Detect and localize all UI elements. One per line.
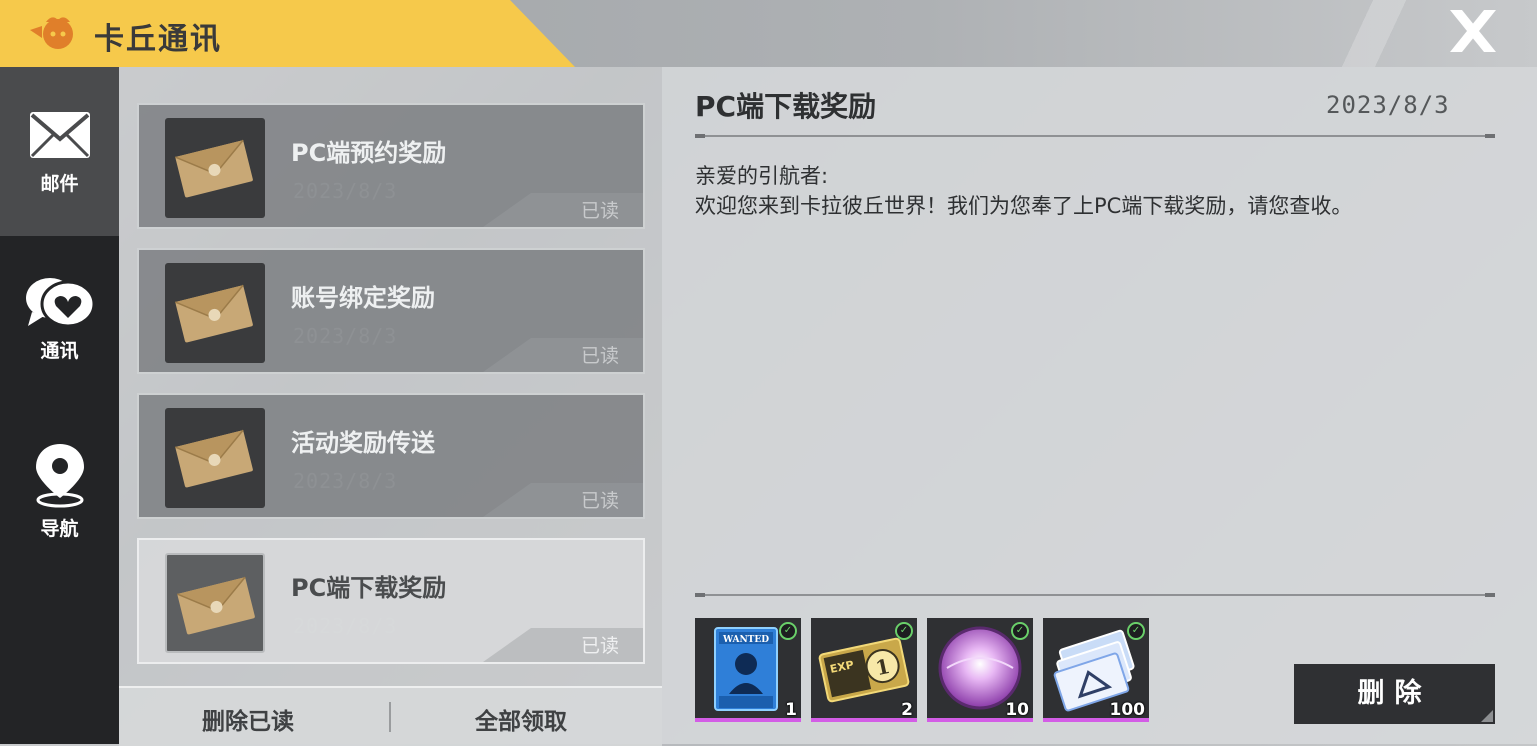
- mail-item-selected[interactable]: PC端下载奖励 2023/8/3 已读: [137, 538, 645, 664]
- reward-quantity: 100: [1109, 700, 1146, 720]
- read-status: 已读: [580, 635, 619, 657]
- letter-envelope-icon: [177, 576, 255, 635]
- reward-rarity-bar: [927, 718, 1033, 722]
- close-button[interactable]: [1446, 8, 1500, 54]
- claimed-check-icon: ✓: [1011, 622, 1029, 640]
- detail-date: 2023/8/3: [1326, 91, 1450, 119]
- reward-rarity-bar: [695, 718, 801, 722]
- divider: [695, 134, 1495, 138]
- delete-button-label: 删除: [1357, 678, 1432, 709]
- map-pin-icon: [35, 444, 84, 508]
- read-status-bg: [483, 483, 643, 517]
- delete-button[interactable]: 删除: [1294, 664, 1495, 724]
- letter-envelope-icon: [175, 429, 253, 488]
- mail-item[interactable]: PC端预约奖励 2023/8/3 已读: [137, 103, 645, 229]
- mail-date: 2023/8/3: [293, 614, 398, 638]
- sidebar: 邮件 通讯 导航: [0, 67, 119, 744]
- reward-quantity: 1: [785, 700, 797, 720]
- title-tab: 卡丘通讯: [0, 0, 575, 67]
- read-status: 已读: [580, 345, 619, 367]
- sidebar-item-mail[interactable]: 邮件: [0, 67, 119, 236]
- reward-item[interactable]: WANTED ✓ 1: [695, 618, 801, 722]
- mail-title: PC端预约奖励: [291, 139, 447, 167]
- sidebar-item-label: 导航: [40, 518, 79, 540]
- detail-body: 欢迎您来到卡拉彼丘世界！我们为您奉了上PC端下载奖励，请您查收。: [695, 194, 1353, 218]
- read-status: 已读: [580, 490, 619, 512]
- mail-thumbnail: [165, 553, 265, 653]
- reward-item[interactable]: ✓ 100: [1043, 618, 1149, 722]
- detail-greeting: 亲爱的引航者:: [695, 164, 829, 188]
- detail-title: PC端下载奖励: [695, 90, 877, 123]
- reward-item[interactable]: ✓ 10: [927, 618, 1033, 722]
- delete-read-button[interactable]: 删除已读: [202, 702, 294, 736]
- reward-rarity-bar: [811, 718, 917, 722]
- sidebar-item-navigation[interactable]: 导航: [0, 412, 119, 592]
- mail-title: 账号绑定奖励: [291, 284, 435, 312]
- mail-list-panel: PC端预约奖励 2023/8/3 已读 账号绑定奖励 2023/8/3 已读 活…: [119, 67, 662, 746]
- footer-divider: [389, 702, 391, 732]
- reward-quantity: 10: [1005, 700, 1029, 720]
- mail-date: 2023/8/3: [293, 179, 398, 203]
- mail-item[interactable]: 账号绑定奖励 2023/8/3 已读: [137, 248, 645, 374]
- letter-envelope-icon: [175, 284, 253, 343]
- sidebar-item-label: 通讯: [40, 340, 79, 362]
- mail-title: 活动奖励传送: [291, 429, 435, 457]
- claimed-check-icon: ✓: [779, 622, 797, 640]
- reward-quantity: 2: [901, 700, 913, 720]
- sidebar-item-label: 邮件: [40, 173, 79, 195]
- mail-item[interactable]: 活动奖励传送 2023/8/3 已读: [137, 393, 645, 519]
- mail-thumbnail: [165, 408, 265, 508]
- claimed-check-icon: ✓: [1127, 622, 1145, 640]
- kaqiu-mascot-icon: [28, 12, 78, 52]
- chat-heart-icon: [25, 278, 95, 328]
- envelope-icon: [29, 112, 90, 158]
- mail-date: 2023/8/3: [293, 469, 398, 493]
- close-x-icon: [1450, 10, 1496, 52]
- read-status-bg: [483, 628, 643, 662]
- button-corner-accent: [1481, 710, 1493, 722]
- mail-thumbnail: [165, 263, 265, 363]
- svg-text:WANTED: WANTED: [722, 635, 769, 645]
- sidebar-item-comms[interactable]: 通讯: [0, 236, 119, 406]
- read-status: 已读: [580, 200, 619, 222]
- mail-title: PC端下载奖励: [291, 574, 447, 602]
- list-footer: 删除已读 全部领取: [119, 686, 662, 746]
- claim-all-button[interactable]: 全部领取: [475, 702, 567, 736]
- mail-detail-panel: PC端下载奖励 2023/8/3 亲爱的引航者: 欢迎您来到卡拉彼丘世界！我们为…: [662, 67, 1537, 744]
- mail-date: 2023/8/3: [293, 324, 398, 348]
- decor-stripe: [1340, 0, 1537, 67]
- divider: [695, 593, 1495, 597]
- app-title: 卡丘通讯: [94, 22, 222, 57]
- mail-thumbnail: [165, 118, 265, 218]
- claimed-check-icon: ✓: [895, 622, 913, 640]
- read-status-bg: [483, 193, 643, 227]
- reward-rarity-bar: [1043, 718, 1149, 722]
- letter-envelope-icon: [175, 139, 253, 198]
- reward-item[interactable]: EXP 1 ✓ 2: [811, 618, 917, 722]
- read-status-bg: [483, 338, 643, 372]
